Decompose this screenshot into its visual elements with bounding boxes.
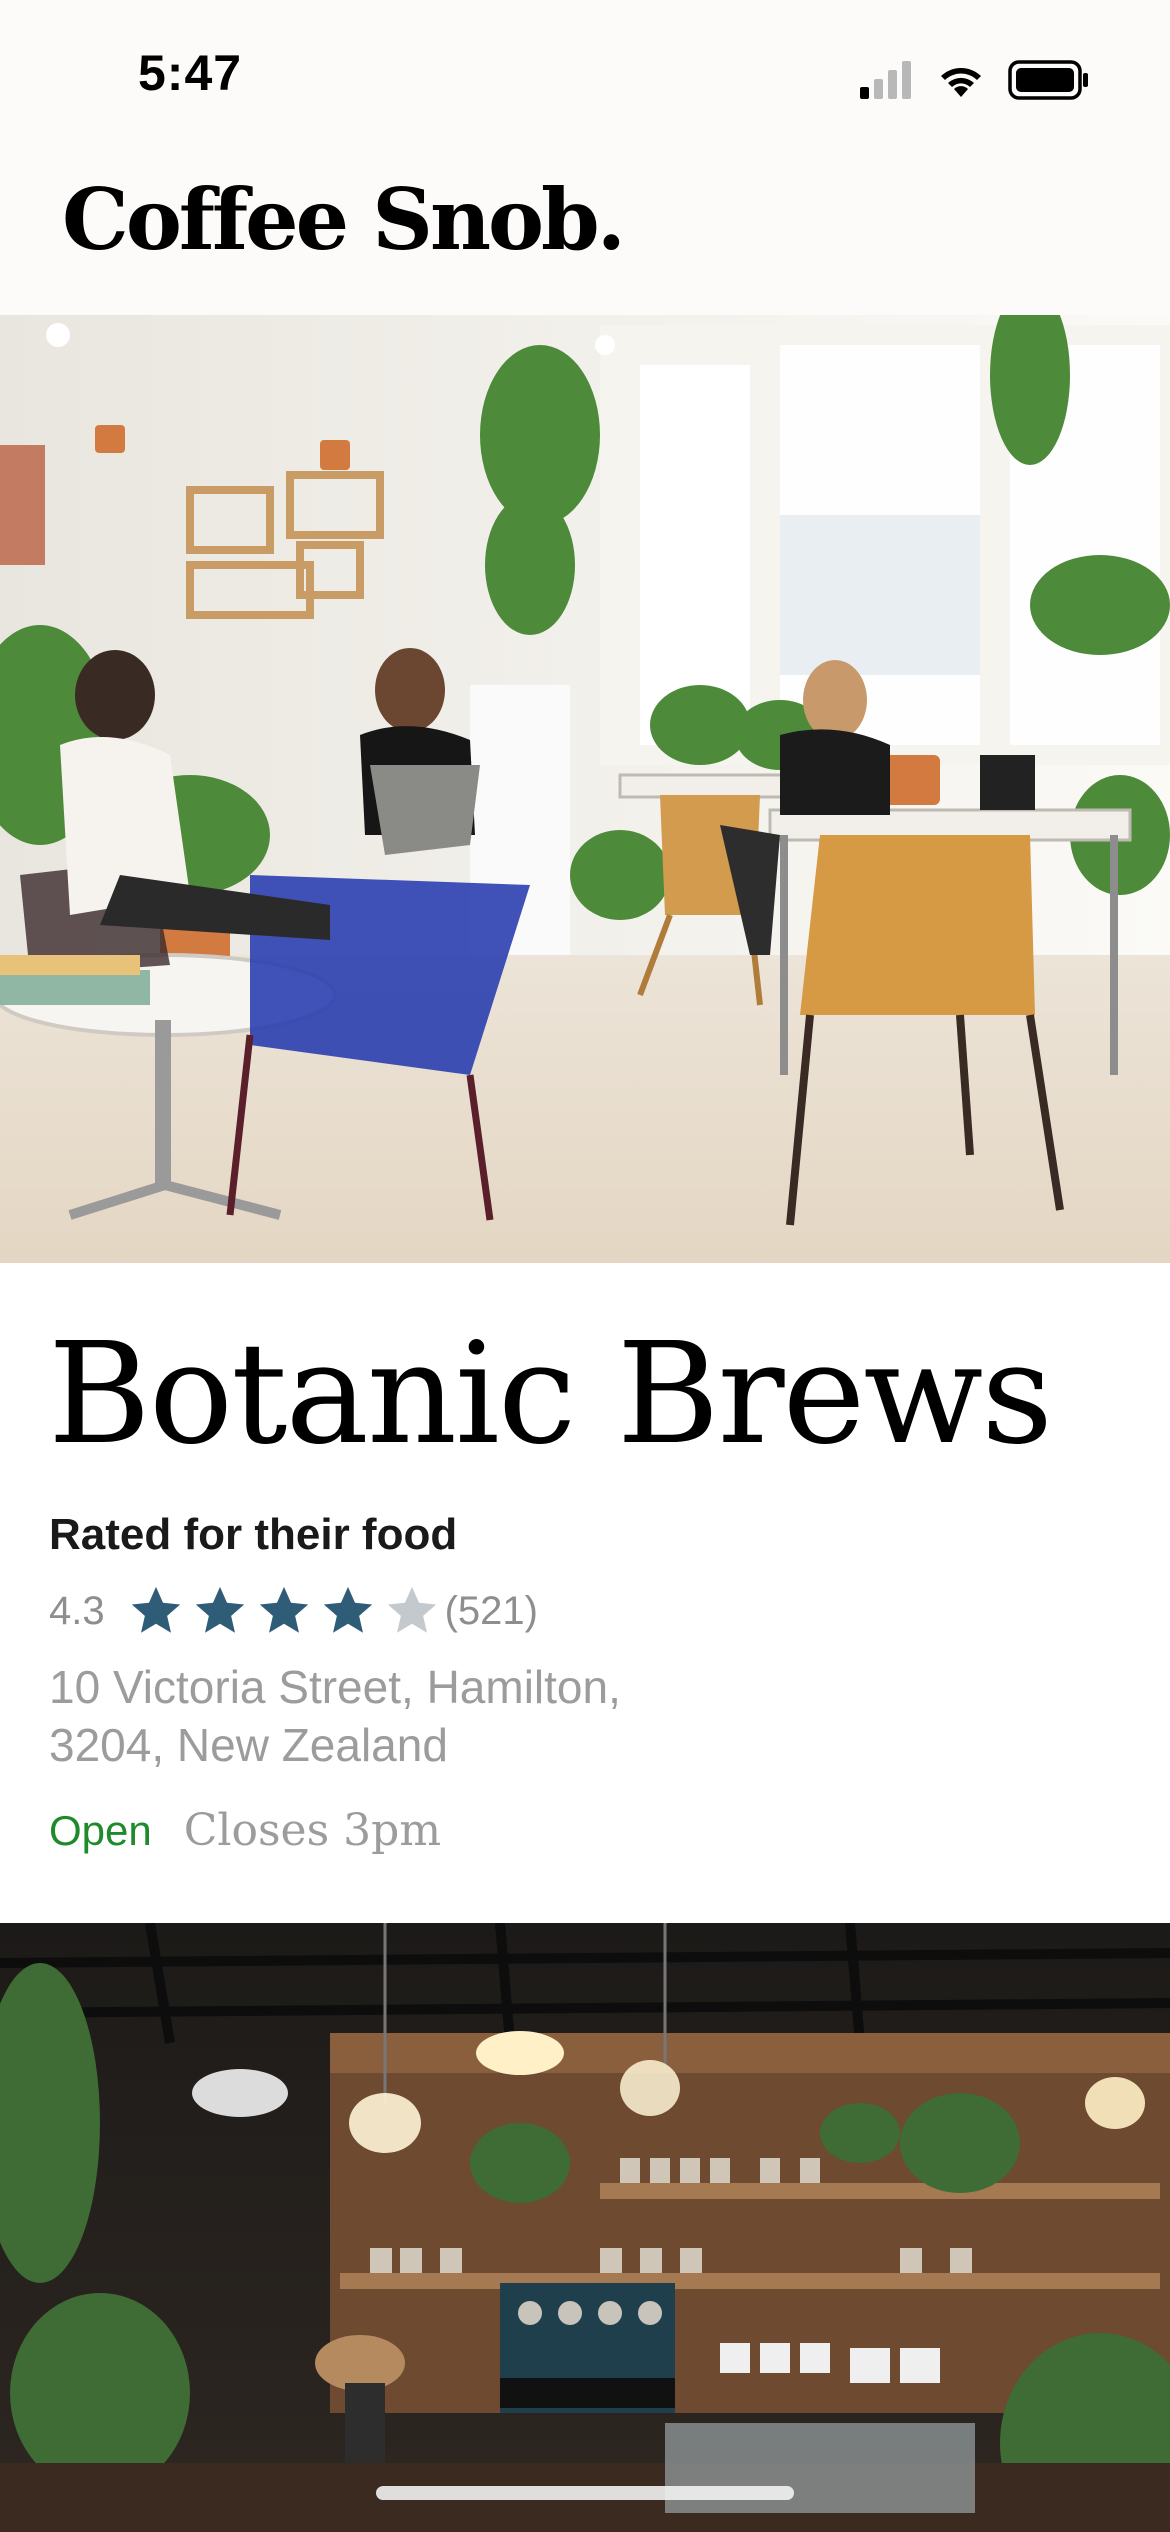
star-icon: [131, 1586, 180, 1633]
review-count[interactable]: (521): [445, 1589, 538, 1634]
star-icon: [323, 1586, 372, 1633]
address-line-2: 3204, New Zealand: [49, 1719, 448, 1771]
address-line-1: 10 Victoria Street, Hamilton,: [49, 1661, 621, 1713]
star-icon: [259, 1586, 308, 1633]
cafe-interior-image: [0, 315, 1170, 1263]
rated-for-label: Rated for their food: [49, 1510, 458, 1559]
hours-row: Open Closes 3pm: [49, 1805, 441, 1856]
cafe-photo-2[interactable]: [0, 1923, 1170, 2532]
cafe-name[interactable]: Botanic Brews: [48, 1313, 1053, 1476]
rating-value: 4.3: [49, 1588, 105, 1633]
app-header: Coffee Snob.: [0, 150, 1170, 315]
cafe-card[interactable]: Botanic Brews Rated for their food 4.3 (…: [0, 1263, 1170, 1923]
rating-row: 4.3 (521): [49, 1581, 538, 1641]
star-icon: [387, 1586, 436, 1633]
status-icons: [860, 55, 1090, 105]
status-bar: 5:47: [0, 0, 1170, 150]
star-rating: [127, 1582, 441, 1640]
closing-time: Closes 3pm: [183, 1805, 442, 1856]
cafe-counter-image: [0, 1923, 1170, 2532]
wifi-icon: [941, 68, 981, 97]
star-icon: [195, 1586, 244, 1633]
cafe-address[interactable]: 10 Victoria Street, Hamilton, 3204, New …: [49, 1658, 849, 1774]
cafe-photo[interactable]: [0, 315, 1170, 1263]
home-indicator[interactable]: [376, 2486, 794, 2500]
signal-icon: [860, 61, 911, 99]
status-time: 5:47: [138, 45, 243, 101]
app-title: Coffee Snob.: [62, 170, 626, 269]
battery-icon: [1008, 60, 1088, 100]
open-status: Open: [49, 1807, 152, 1854]
